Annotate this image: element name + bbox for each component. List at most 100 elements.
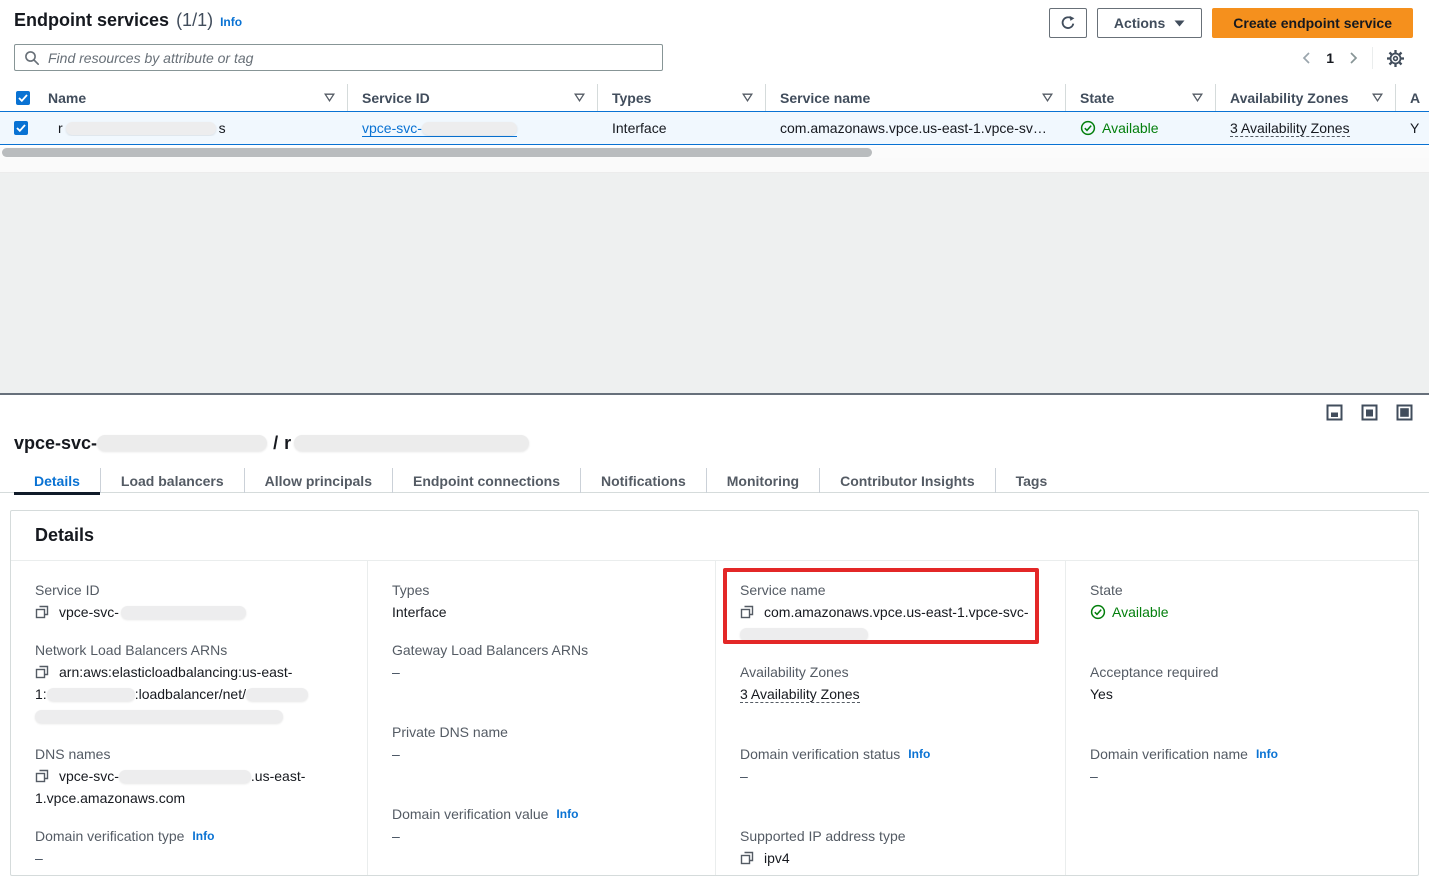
page-header: Endpoint services (1/1) Info — [14, 10, 242, 31]
field-acceptance-required: Acceptance required Yes — [1090, 661, 1394, 705]
refresh-button[interactable] — [1049, 8, 1087, 38]
header-actions: Actions Create endpoint service — [1049, 8, 1413, 38]
pagination: 1 — [1301, 46, 1405, 70]
pagination-divider — [1372, 47, 1373, 69]
search-input[interactable] — [48, 45, 662, 70]
copy-icon[interactable] — [740, 851, 754, 865]
tab-endpoint-connections[interactable]: Endpoint connections — [392, 468, 580, 493]
details-heading: Details — [35, 525, 1394, 546]
redacted-text — [246, 688, 308, 701]
tab-load-balancers[interactable]: Load balancers — [100, 468, 244, 493]
current-page[interactable]: 1 — [1326, 50, 1334, 66]
details-column-2: Types Interface Gateway Load Balancers A… — [368, 561, 716, 875]
caret-down-icon — [1174, 20, 1185, 27]
search-box — [14, 44, 663, 71]
details-card-header: Details — [11, 511, 1418, 561]
filter-caret-icon[interactable] — [574, 93, 585, 102]
column-header-availability-zones[interactable]: Availability Zones — [1216, 84, 1396, 111]
create-endpoint-service-button[interactable]: Create endpoint service — [1212, 8, 1413, 38]
redacted-text — [740, 628, 868, 641]
copy-icon[interactable] — [35, 769, 49, 783]
panel-title: vpce-svc-/r — [14, 433, 529, 454]
filter-caret-icon[interactable] — [742, 93, 753, 102]
column-header-service-name[interactable]: Service name — [766, 84, 1066, 111]
panel-size-medium-icon[interactable] — [1361, 404, 1378, 421]
details-column-3: Service name com.amazonaws.vpce.us-east-… — [716, 561, 1066, 875]
info-link[interactable]: Info — [556, 803, 578, 825]
redacted-text — [422, 122, 517, 135]
panel-size-controls — [1326, 404, 1413, 421]
resource-count: (1/1) — [176, 10, 213, 31]
next-page-chevron-icon[interactable] — [1347, 51, 1359, 65]
row-state-cell: Available — [1066, 120, 1216, 136]
settings-gear-icon[interactable] — [1386, 49, 1405, 68]
actions-button[interactable]: Actions — [1097, 8, 1202, 38]
column-header-state[interactable]: State — [1066, 84, 1216, 111]
field-dns-names: DNS names vpce-svc-.us-east- 1.vpce.amaz… — [35, 743, 343, 809]
details-card: Details Service ID vpce-svc- Network Loa… — [10, 510, 1419, 876]
panel-tabs: Details Load balancers Allow principals … — [0, 468, 1429, 493]
field-nlb-arns: Network Load Balancers ARNs arn:aws:elas… — [35, 639, 343, 727]
previous-page-chevron-icon[interactable] — [1301, 51, 1313, 65]
title-info-link[interactable]: Info — [220, 15, 242, 29]
status-badge: Available — [1112, 601, 1169, 623]
field-gateway-lb-arns: Gateway Load Balancers ARNs – — [392, 639, 691, 683]
redacted-text — [294, 435, 529, 451]
redacted-text — [119, 770, 251, 783]
horizontal-scrollbar-track[interactable] — [0, 147, 1429, 158]
actions-button-label: Actions — [1114, 15, 1165, 31]
filter-caret-icon[interactable] — [1372, 93, 1383, 102]
check-circle-icon — [1090, 601, 1106, 623]
info-link[interactable]: Info — [192, 825, 214, 847]
redacted-text — [47, 688, 135, 701]
filter-caret-icon[interactable] — [1192, 93, 1203, 102]
tab-details[interactable]: Details — [14, 468, 100, 493]
tab-notifications[interactable]: Notifications — [580, 468, 706, 493]
panel-size-small-icon[interactable] — [1326, 404, 1343, 421]
horizontal-scrollbar-thumb[interactable] — [2, 148, 872, 157]
info-link[interactable]: Info — [908, 743, 930, 765]
field-supported-ip-type: Supported IP address type ipv4 — [740, 825, 1041, 869]
info-link[interactable]: Info — [1256, 743, 1278, 765]
service-id-link[interactable]: vpce-svc- — [362, 120, 517, 137]
column-header-clipped[interactable]: A — [1396, 84, 1429, 111]
field-service-name: Service name com.amazonaws.vpce.us-east-… — [740, 579, 1041, 645]
filter-caret-icon[interactable] — [324, 93, 335, 102]
column-header-service-id[interactable]: Service ID — [348, 84, 598, 111]
row-name-cell: r s — [44, 120, 348, 136]
availability-zones-popover-link[interactable]: 3 Availability Zones — [1230, 120, 1350, 137]
page-title: Endpoint services — [14, 10, 169, 31]
field-service-id: Service ID vpce-svc- — [35, 579, 343, 623]
field-availability-zones: Availability Zones 3 Availability Zones — [740, 661, 1041, 705]
copy-icon[interactable] — [35, 605, 49, 619]
status-badge: Available — [1102, 120, 1159, 136]
copy-icon[interactable] — [35, 665, 49, 679]
tab-monitoring[interactable]: Monitoring — [706, 468, 819, 493]
copy-icon[interactable] — [740, 605, 754, 619]
tab-contributor-insights[interactable]: Contributor Insights — [819, 468, 995, 493]
table-row[interactable]: r s vpce-svc- Interface com.amazonaws.vp… — [0, 111, 1429, 145]
details-column-1: Service ID vpce-svc- Network Load Balanc… — [11, 561, 368, 875]
redacted-text — [35, 710, 283, 723]
tab-allow-principals[interactable]: Allow principals — [244, 468, 392, 493]
select-all-checkbox[interactable] — [16, 91, 30, 105]
panel-size-large-icon[interactable] — [1396, 404, 1413, 421]
redacted-text — [97, 435, 267, 451]
availability-zones-popover-link[interactable]: 3 Availability Zones — [740, 686, 860, 703]
row-clipped-cell: Y — [1396, 120, 1429, 136]
column-header-name[interactable]: Name — [44, 84, 348, 111]
field-domain-verification-status: Domain verification status Info – — [740, 743, 1041, 787]
field-private-dns-name: Private DNS name – — [392, 721, 691, 765]
field-domain-verification-value: Domain verification value Info – — [392, 803, 691, 847]
row-checkbox[interactable] — [14, 121, 28, 135]
redacted-text — [121, 606, 246, 619]
redacted-text — [66, 122, 216, 135]
filter-caret-icon[interactable] — [1042, 93, 1053, 102]
column-header-types[interactable]: Types — [598, 84, 766, 111]
row-availability-zones-cell: 3 Availability Zones — [1216, 120, 1396, 137]
background-area — [0, 173, 1429, 393]
field-domain-verification-name: Domain verification name Info – — [1090, 743, 1394, 787]
tab-tags[interactable]: Tags — [995, 468, 1068, 493]
field-state: State Available — [1090, 579, 1394, 623]
details-column-4: State Available — [1066, 561, 1418, 875]
